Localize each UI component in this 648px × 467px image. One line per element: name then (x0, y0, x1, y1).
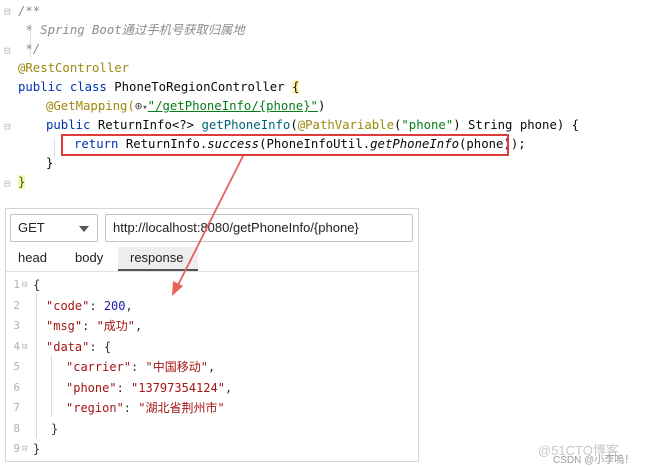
code-line-9: } (46, 154, 53, 173)
code-line-3: */ (18, 40, 40, 59)
response-viewer[interactable]: 1 ⊟{ 2 "code": 200, 3 "msg": "成功", 4 ⊟ "data"… (6, 275, 418, 461)
tab-response[interactable]: response (118, 247, 198, 271)
tab-bar: head body response (6, 247, 418, 272)
indent-guide (54, 139, 55, 159)
fold-marker-icon[interactable]: ⊟ (4, 44, 14, 57)
string-text: "phone" (401, 118, 454, 132)
json-key: "msg" (46, 319, 83, 333)
json-key: "phone" (66, 380, 117, 395)
comment-text: /** (18, 4, 41, 18)
json-brace: { (33, 278, 41, 292)
code-line-10: } (18, 173, 26, 192)
highlight-box (61, 134, 509, 156)
json-key: "region" (66, 401, 124, 415)
method-select[interactable]: GET (10, 214, 98, 242)
comment-text: */ (18, 42, 41, 56)
line-number: 1 (13, 278, 20, 291)
url-value: http://localhost:8080/getPhoneInfo/{phon… (113, 220, 359, 235)
line-number: 9 (13, 442, 20, 455)
json-brace: { (103, 339, 112, 354)
json-string: "成功" (96, 319, 136, 333)
indent-guide (36, 293, 37, 438)
indent-guide (51, 355, 52, 417)
code-line-4: @RestController (18, 59, 129, 78)
chevron-down-icon[interactable] (79, 226, 89, 232)
annotation-text: @RestController (18, 61, 130, 75)
code-line-1: /** (18, 2, 40, 21)
json-key: "code" (46, 298, 90, 313)
line-number: 3 (13, 319, 20, 332)
json-string: "中国移动" (145, 360, 208, 374)
paren-text: ) (317, 99, 326, 113)
paren-text: ( (290, 118, 298, 132)
keyword-text: public class (18, 80, 115, 94)
line-number: 6 (13, 380, 20, 394)
annotation-text: @GetMapping( (46, 99, 135, 113)
line-number: 5 (13, 360, 20, 373)
fold-marker-icon[interactable]: ⊟ (22, 439, 27, 460)
json-string: "13797354124" (131, 380, 225, 395)
method-name-text: getPhoneInfo (201, 118, 291, 132)
code-line-6: @GetMapping(⊕▾"/getPhoneInfo/{phone}") (46, 99, 326, 113)
fold-marker-icon[interactable]: ⊟ (4, 120, 14, 133)
url-input[interactable]: http://localhost:8080/getPhoneInfo/{phon… (105, 214, 413, 242)
mapping-path-text: "/getPhoneInfo/{phone}" (147, 99, 318, 113)
brace-text: } (46, 156, 54, 170)
fold-marker-icon[interactable]: ⊟ (4, 177, 14, 190)
fold-marker-icon[interactable]: ⊟ (22, 337, 27, 358)
json-key: "data" (46, 339, 90, 354)
json-number: 200 (103, 298, 126, 313)
line-number: 4 (13, 339, 20, 353)
comment-text: * Spring Boot通过手机号获取归属地 (18, 23, 245, 37)
rest-client-panel: GET http://localhost:8080/getPhoneInfo/{… (5, 208, 419, 462)
code-line-5: public class PhoneToRegionController { (18, 78, 300, 97)
signature-rest-text: ) String phone) { (453, 118, 580, 132)
brace-text: { (291, 80, 300, 94)
json-brace: } (51, 421, 59, 436)
tab-body[interactable]: body (63, 247, 115, 271)
line-number: 8 (13, 421, 20, 435)
code-line-2: * Spring Boot通过手机号获取归属地 (18, 21, 245, 40)
type-text: ReturnInfo<?> (97, 118, 202, 132)
annotation-text: @PathVariable (297, 118, 394, 132)
code-editor[interactable]: ⊟ ⊟ ⊟ ⊟ /** * Spring Boot通过手机号获取归属地 */ @… (0, 0, 648, 200)
json-brace: } (33, 442, 41, 456)
json-key: "carrier" (66, 360, 132, 374)
watermark-subtext: CSDN @小李嗚！ (553, 455, 635, 466)
json-string: "湖北省荆州市" (138, 401, 225, 415)
method-value: GET (18, 220, 45, 235)
keyword-text: public (46, 118, 98, 132)
line-number: 2 (13, 298, 20, 312)
fold-marker-icon[interactable]: ⊟ (4, 5, 14, 18)
fold-marker-icon[interactable]: ⊟ (22, 275, 27, 296)
line-number: 7 (13, 401, 20, 414)
class-name-text: PhoneToRegionController (114, 80, 292, 94)
brace-text: } (18, 175, 26, 189)
tab-head[interactable]: head (6, 247, 59, 271)
code-line-7: public ReturnInfo<?> getPhoneInfo(@PathV… (46, 116, 579, 135)
